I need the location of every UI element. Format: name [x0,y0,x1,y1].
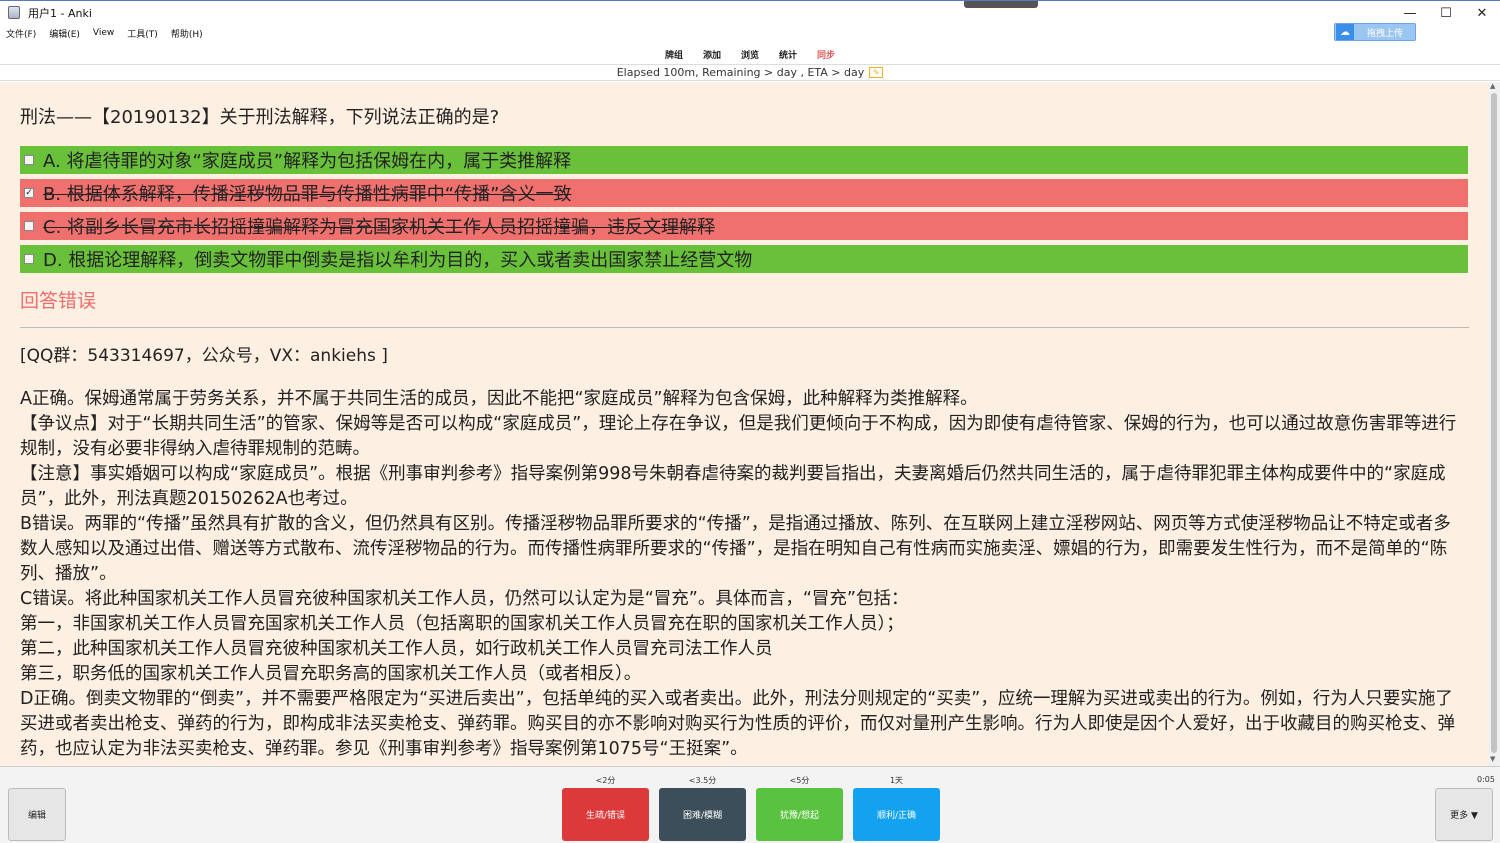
explanation-paragraph: B错误。两罪的“传播”虽然具有扩散的含义，但仍然具有区别。传播淫秽物品罪所要求的… [20,514,1451,584]
scroll-up-icon[interactable]: ▲ [1490,82,1495,90]
minimize-button[interactable]: — [1392,1,1428,25]
drag-upload-button[interactable]: ☁ 拖拽上传 [1334,23,1416,41]
answer-bar: 编辑 0:05 <2分 生疏/错误 <3.5分 困难/模糊 <5分 犹豫/想起 … [0,766,1500,843]
qq-group-info: [QQ群：543314697，公众号，VX：ankiehs ] [20,346,388,366]
close-button[interactable]: ✕ [1464,1,1500,25]
title-bar: 用户1 - Anki — ☐ ✕ [0,0,1500,24]
menu-view[interactable]: View [93,28,114,38]
easy-button[interactable]: 顺利/正确 [853,788,940,841]
good-button[interactable]: 犹豫/想起 [756,788,843,841]
toolbar-browse[interactable]: 浏览 [741,48,759,61]
explanation-paragraph: 第三，职务低的国家机关工作人员冒充职务高的国家机关工作人员（或者相反）。 [20,664,642,684]
explanation-paragraph: 【争议点】对于“长期共同生活”的管家、保姆等是否可以构成“家庭成员”，理论上存在… [20,414,1457,459]
explanation: A正确。保姆通常属于劳务关系，并不属于共同生活的成员，因此不能把“家庭成员”解释… [20,387,1468,762]
explanation-paragraph: 第二，此种国家机关工作人员冒充彼种国家机关工作人员，如行政机关工作人员冒充司法工… [20,639,773,659]
option-d-text: D. 根据论理解释，倒卖文物罪中倒卖是指以牟利为目的，买入或者卖出国家禁止经营文… [43,250,753,271]
answer-result: 回答错误 [20,290,97,312]
checkbox-a[interactable] [24,155,34,165]
interval-good: <5分 [789,776,810,785]
card-scrollbar[interactable]: ▲ ▼ [1488,82,1500,766]
hard-button[interactable]: 困难/模糊 [659,788,746,841]
option-b[interactable]: ✓ B. 根据体系解释，传播淫秽物品罪与传播性病罪中“传播”含义一致 [20,179,1468,207]
menu-tools[interactable]: 工具(T) [127,27,158,40]
card-timer: 0:05 [1477,775,1495,784]
main-toolbar: 牌组 添加 浏览 统计 同步 [0,44,1500,64]
scroll-thumb[interactable] [1491,93,1497,753]
checkbox-b[interactable]: ✓ [24,188,34,198]
drag-upload-label: 拖拽上传 [1367,28,1404,39]
maximize-button[interactable]: ☐ [1428,1,1464,25]
menu-help[interactable]: 帮助(H) [171,27,203,40]
divider [20,327,1469,328]
menu-file[interactable]: 文件(F) [6,27,36,40]
scroll-down-icon[interactable]: ▼ [1490,755,1495,763]
option-d[interactable]: D. 根据论理解释，倒卖文物罪中倒卖是指以牟利为目的，买入或者卖出国家禁止经营文… [20,245,1468,273]
option-c-text: C. 将副乡长冒充市长招摇撞骗解释为冒充国家机关工作人员招摇撞骗，违反文理解释 [43,217,716,238]
progress-status: Elapsed 100m, Remaining > day , ETA > da… [0,64,1500,81]
explanation-paragraph: A正确。保姆通常属于劳务关系，并不属于共同生活的成员，因此不能把“家庭成员”解释… [20,389,978,409]
options-list: A. 将虐待罪的对象“家庭成员”解释为包括保姆在内，属于类推解释 ✓ B. 根据… [20,146,1468,273]
card-content: 刑法——【20190132】关于刑法解释，下列说法正确的是? A. 将虐待罪的对… [0,82,1488,766]
checkbox-d[interactable] [24,254,34,264]
more-button[interactable]: 更多 ▼ [1435,788,1493,841]
option-a-text: A. 将虐待罪的对象“家庭成员”解释为包括保姆在内，属于类推解释 [43,151,572,172]
window-title: 用户1 - Anki [28,6,92,20]
option-b-text: B. 根据体系解释，传播淫秽物品罪与传播性病罪中“传播”含义一致 [43,184,572,205]
menu-edit[interactable]: 编辑(E) [49,27,80,40]
explanation-paragraph: C错误。将此种国家机关工作人员冒充彼种国家机关工作人员，仍然可以认定为是“冒充”… [20,589,909,609]
interval-again: <2分 [595,776,616,785]
interval-easy: 1天 [889,776,904,785]
checkbox-c[interactable] [24,221,34,231]
again-button[interactable]: 生疏/错误 [562,788,649,841]
explanation-paragraph: 第一，非国家机关工作人员冒充国家机关工作人员（包括离职的国家机关工作人员冒充在职… [20,614,904,634]
option-c[interactable]: C. 将副乡长冒充市长招摇撞骗解释为冒充国家机关工作人员招摇撞骗，违反文理解释 [20,212,1468,240]
toolbar-sync[interactable]: 同步 [817,48,835,61]
toolbar-add[interactable]: 添加 [703,48,721,61]
explanation-paragraph: 【注意】事实婚姻可以构成“家庭成员”。根据《刑事审判参考》指导案例第998号朱朝… [20,464,1446,509]
question-text: 刑法——【20190132】关于刑法解释，下列说法正确的是? [20,107,500,128]
progress-text: Elapsed 100m, Remaining > day , ETA > da… [616,66,865,79]
option-a[interactable]: A. 将虐待罪的对象“家庭成员”解释为包括保姆在内，属于类推解释 [20,146,1468,174]
anki-app-icon [8,6,20,19]
toolbar-decks[interactable]: 牌组 [665,48,683,61]
window-grip[interactable] [964,1,1038,8]
edit-note-icon[interactable]: ✎ [869,67,884,78]
cloud-icon: ☁ [1336,24,1354,40]
explanation-paragraph: D正确。倒卖文物罪的“倒卖”，并不需要严格限定为“买进后卖出”，包括单纯的买入或… [20,689,1455,759]
toolbar-stats[interactable]: 统计 [779,48,797,61]
interval-hard: <3.5分 [688,776,717,785]
edit-button[interactable]: 编辑 [8,788,66,841]
menu-bar: 文件(F) 编辑(E) View 工具(T) 帮助(H) [0,25,216,41]
